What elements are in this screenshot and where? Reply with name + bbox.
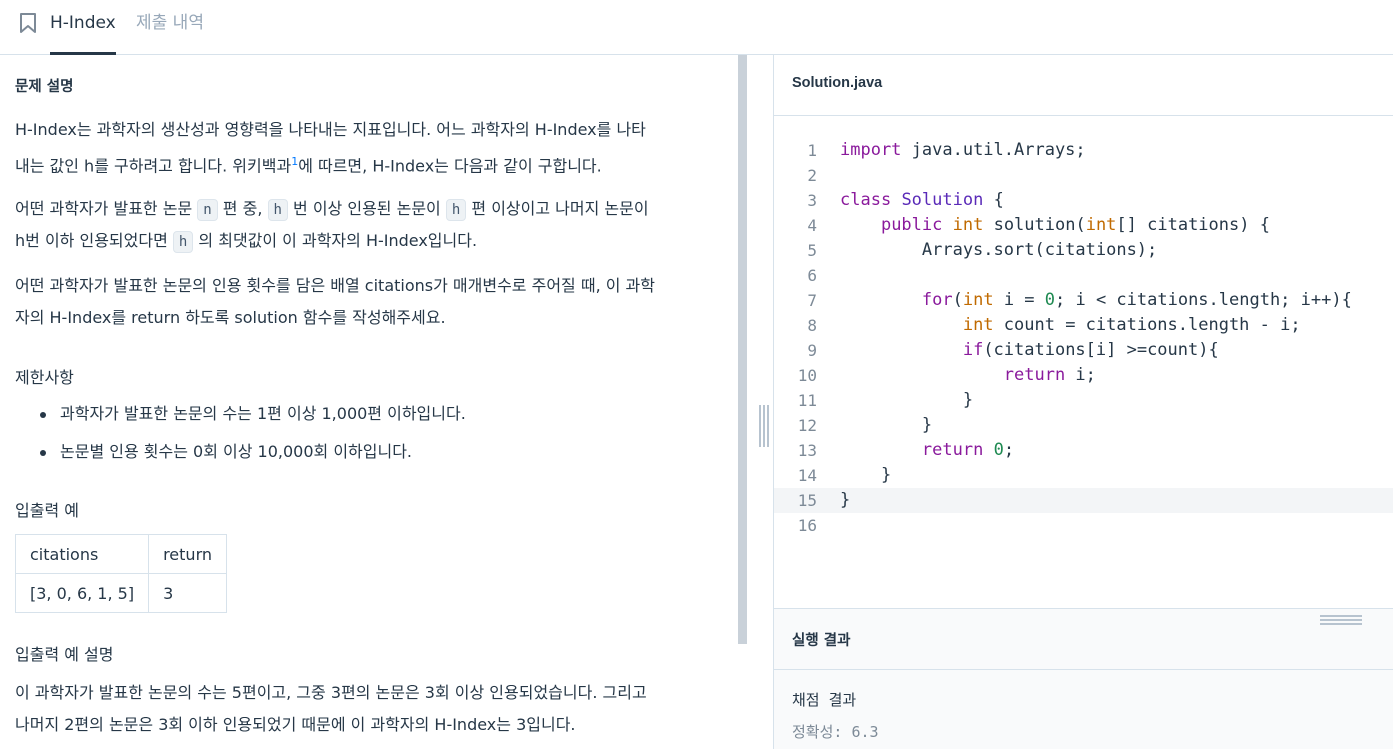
line-number: 4 bbox=[807, 216, 817, 235]
code-line[interactable]: 11 } bbox=[774, 388, 1393, 413]
line-number: 13 bbox=[797, 441, 817, 460]
code-line[interactable]: 1 import java.util.Arrays; bbox=[774, 138, 1393, 163]
code-line[interactable]: 10 return i; bbox=[774, 363, 1393, 388]
problem-paragraph-1: H-Index는 과학자의 생산성과 영향력을 나타내는 지표입니다. 어느 과… bbox=[15, 114, 725, 182]
io-example-table: citations return [3, 0, 6, 1, 5] 3 bbox=[14, 534, 227, 613]
code-line[interactable]: 4 public int solution(int[] citations) { bbox=[774, 213, 1393, 238]
line-number: 14 bbox=[797, 466, 817, 485]
code-line[interactable]: 14 } bbox=[774, 463, 1393, 488]
table-header-row: citations return bbox=[14, 534, 227, 574]
code-line[interactable]: 7 for(int i = 0; i < citations.length; i… bbox=[774, 288, 1393, 313]
line-number: 10 bbox=[797, 366, 817, 385]
table-cell: 3 bbox=[148, 573, 227, 613]
line-number: 1 bbox=[807, 141, 817, 160]
table-row: [3, 0, 6, 1, 5] 3 bbox=[14, 573, 227, 613]
paragraph-line: 내는 값인 h를 구하려고 합니다. 위키백과1에 따르면, H-Index는 … bbox=[15, 146, 725, 182]
code-line[interactable]: 12 } bbox=[774, 413, 1393, 438]
line-number: 9 bbox=[807, 341, 817, 360]
table-header-cell: return bbox=[148, 534, 227, 574]
problem-paragraph-2: 어떤 과학자가 발표한 논문 n 편 중, h 번 이상 인용된 논문이 h 편… bbox=[15, 193, 725, 257]
line-number: 12 bbox=[797, 416, 817, 435]
paragraph-line: 어떤 과학자가 발표한 논문의 인용 횟수를 담은 배열 citations가 … bbox=[15, 276, 655, 295]
list-item: 논문별 인용 횟수는 0회 이상 10,000회 이하입니다. bbox=[15, 433, 725, 471]
result-title: 실행 결과 bbox=[792, 633, 851, 649]
code-line[interactable]: 2 bbox=[774, 163, 1393, 188]
tab-h-index[interactable]: H-Index bbox=[50, 0, 116, 55]
paragraph-line: 나머지 2편의 논문은 3회 이하 인용되었기 때문에 이 과학자의 H-Ind… bbox=[15, 715, 576, 734]
code-line[interactable]: 3 class Solution { bbox=[774, 188, 1393, 213]
top-tab-bar: H-Index 제출 내역 bbox=[0, 0, 1393, 55]
result-resize-handle[interactable] bbox=[1320, 615, 1362, 625]
io-explanation-title: 입출력 예 설명 bbox=[15, 645, 114, 664]
problem-paragraph-3: 어떤 과학자가 발표한 논문의 인용 횟수를 담은 배열 citations가 … bbox=[15, 270, 725, 334]
code-chip-h: h bbox=[172, 231, 194, 253]
code-line[interactable]: 6 bbox=[774, 263, 1393, 288]
paragraph-line: 어떤 과학자가 발표한 논문 n 편 중, h 번 이상 인용된 논문이 h 편… bbox=[15, 193, 725, 225]
code-line[interactable]: 5 Arrays.sort(citations); bbox=[774, 238, 1393, 263]
paragraph-text: h번 이하 인용되었다면 bbox=[15, 231, 173, 250]
line-number: 7 bbox=[807, 291, 817, 310]
code-editor-panel: Solution.java 1 import java.util.Arrays; … bbox=[773, 55, 1393, 749]
line-number: 6 bbox=[807, 266, 817, 285]
paragraph-text: 에 따르면, H-Index는 다음과 같이 구합니다. bbox=[298, 156, 602, 176]
paragraph-text: 내는 값인 h를 구하려고 합니다. 위키백과 bbox=[15, 156, 292, 176]
problem-title: 문제 설명 bbox=[15, 79, 74, 95]
list-item: 과학자가 발표한 논문의 수는 1편 이상 1,000편 이하입니다. bbox=[15, 395, 725, 433]
paragraph-text: 의 최댓값이 이 과학자의 H-Index입니다. bbox=[193, 231, 478, 250]
problem-description-panel: 문제 설명 H-Index는 과학자의 생산성과 영향력을 나타내는 지표입니다… bbox=[0, 55, 748, 749]
grading-result-label: 채점 결과 bbox=[792, 691, 857, 709]
line-number: 3 bbox=[807, 191, 817, 210]
constraints-list: 과학자가 발표한 논문의 수는 1편 이상 1,000편 이하입니다. 논문별 … bbox=[15, 395, 725, 471]
line-number: 5 bbox=[807, 241, 817, 260]
code-editor[interactable]: 1 import java.util.Arrays; 2 3 class Solut… bbox=[774, 116, 1393, 608]
paragraph-text: 번 이상 인용된 논문이 bbox=[287, 199, 446, 218]
bookmark-icon[interactable] bbox=[18, 12, 38, 34]
code-line[interactable]: 8 int count = citations.length - i; bbox=[774, 313, 1393, 338]
file-name: Solution.java bbox=[792, 75, 883, 91]
code-line[interactable]: 9 if(citations[i] >=count){ bbox=[774, 338, 1393, 363]
paragraph-text: 편 이상이고 나머지 논문이 bbox=[466, 199, 649, 218]
line-number: 16 bbox=[797, 516, 817, 535]
constraints-title: 제한사항 bbox=[15, 368, 74, 387]
line-number: 11 bbox=[797, 391, 817, 410]
paragraph-text: 편 중, bbox=[217, 199, 268, 218]
table-cell: [3, 0, 6, 1, 5] bbox=[14, 573, 150, 613]
code-chip-n: n bbox=[197, 199, 218, 221]
io-explanation-paragraph: 이 과학자가 발표한 논문의 수는 5편이고, 그중 3편의 논문은 3회 이상… bbox=[15, 677, 725, 741]
line-number: 15 bbox=[797, 491, 817, 510]
paragraph-line: 이 과학자가 발표한 논문의 수는 5편이고, 그중 3편의 논문은 3회 이상… bbox=[15, 683, 647, 702]
paragraph-line: h번 이하 인용되었다면 h 의 최댓값이 이 과학자의 H-Index입니다. bbox=[15, 225, 725, 257]
run-result-panel: 실행 결과 채점 결과 정확성: 6.3 bbox=[774, 608, 1393, 749]
code-chip-h: h bbox=[445, 199, 467, 221]
paragraph-line: H-Index는 과학자의 생산성과 영향력을 나타내는 지표입니다. 어느 과… bbox=[15, 120, 646, 139]
paragraph-line: 자의 H-Index를 return 하도록 solution 함수를 작성해주… bbox=[15, 308, 446, 327]
table-header-cell: citations bbox=[14, 534, 150, 574]
code-line[interactable]: 16 bbox=[774, 513, 1393, 538]
line-number: 8 bbox=[807, 316, 817, 335]
accuracy-score: 정확성: 6.3 bbox=[792, 723, 879, 741]
tab-submission-history[interactable]: 제출 내역 bbox=[136, 0, 204, 55]
editor-file-header: Solution.java bbox=[774, 55, 1393, 116]
line-number: 2 bbox=[807, 166, 817, 185]
panel-resize-handle[interactable] bbox=[757, 405, 769, 447]
paragraph-text: 어떤 과학자가 발표한 논문 bbox=[15, 199, 198, 218]
io-example-title: 입출력 예 bbox=[15, 501, 79, 520]
code-line-active[interactable]: 15} bbox=[774, 488, 1393, 513]
code-chip-h: h bbox=[267, 199, 288, 221]
result-header: 실행 결과 bbox=[774, 609, 1393, 670]
code-line[interactable]: 13 return 0; bbox=[774, 438, 1393, 463]
description-scrollbar[interactable] bbox=[738, 55, 747, 644]
